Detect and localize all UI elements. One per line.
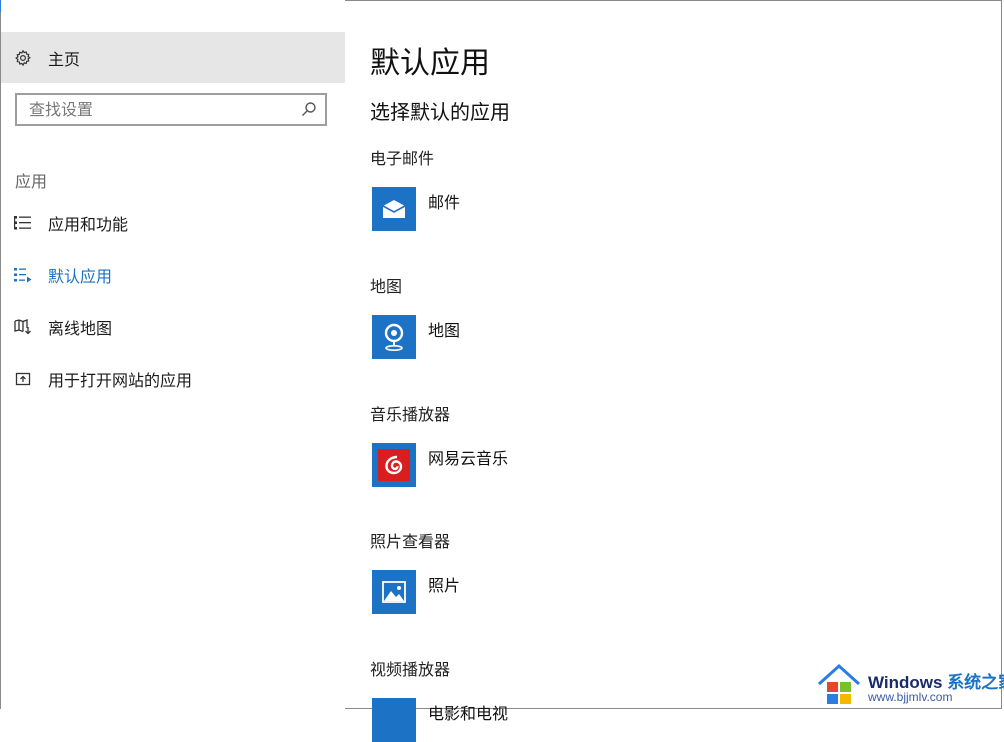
default-app-photos[interactable]: 照片: [372, 570, 460, 614]
watermark: Windows 系统之家 www.bjjmlv.com: [812, 660, 1004, 710]
default-app-maps[interactable]: 地图: [372, 315, 460, 359]
default-app-name: 电影和电视: [428, 704, 509, 723]
list-icon: [13, 213, 33, 233]
category-email-label: 电子邮件: [370, 149, 435, 168]
sidebar: 主页 应用 应用和功能 默认应用: [1, 0, 345, 709]
watermark-url: www.bjjmlv.com: [868, 690, 953, 704]
mail-icon: [372, 187, 416, 231]
category-photos-label: 照片查看器: [370, 532, 451, 551]
netease-tile: [372, 443, 416, 487]
maps-icon: [372, 315, 416, 359]
main-content: 默认应用 选择默认的应用 电子邮件 邮件 地图 地图 音乐播放器 网易云音乐 照…: [370, 0, 990, 742]
sidebar-item-label: 离线地图: [48, 319, 113, 338]
sidebar-item-open-websites[interactable]: 用于打开网站的应用: [1, 359, 345, 399]
gear-icon: [13, 48, 33, 68]
category-maps-label: 地图: [370, 277, 403, 296]
default-app-music[interactable]: 网易云音乐: [372, 443, 508, 487]
page-subtitle: 选择默认的应用: [370, 100, 510, 124]
sidebar-item-default-apps[interactable]: 默认应用: [1, 255, 345, 295]
photos-icon: [372, 570, 416, 614]
default-apps-icon: [13, 265, 33, 285]
default-app-email[interactable]: 邮件: [372, 187, 460, 231]
sidebar-item-label: 用于打开网站的应用: [48, 371, 193, 390]
netease-music-icon: [378, 449, 410, 481]
category-video-label: 视频播放器: [370, 660, 451, 679]
search-input[interactable]: [17, 95, 299, 124]
page-title: 默认应用: [370, 46, 490, 81]
section-title-apps: 应用: [15, 172, 48, 191]
default-app-name: 地图: [428, 321, 461, 340]
sidebar-item-offline-maps[interactable]: 离线地图: [1, 307, 345, 347]
search-box[interactable]: [15, 93, 327, 126]
home-button[interactable]: 主页: [1, 32, 345, 83]
sidebar-item-apps-features[interactable]: 应用和功能: [1, 203, 345, 243]
sidebar-item-label: 应用和功能: [48, 215, 129, 234]
default-app-name: 照片: [428, 576, 461, 595]
movies-tv-icon: [372, 698, 416, 742]
open-website-icon: [13, 369, 33, 389]
default-app-name: 邮件: [428, 193, 461, 212]
offline-map-icon: [13, 317, 33, 337]
default-app-name: 网易云音乐: [428, 449, 509, 468]
default-app-video[interactable]: 电影和电视: [372, 698, 508, 742]
home-label: 主页: [48, 49, 81, 69]
sidebar-item-label: 默认应用: [48, 267, 113, 286]
category-music-label: 音乐播放器: [370, 405, 451, 424]
windows-house-logo-icon: [817, 663, 861, 704]
watermark-brand-cn: 系统之家: [947, 673, 1004, 692]
search-icon[interactable]: [301, 101, 317, 117]
